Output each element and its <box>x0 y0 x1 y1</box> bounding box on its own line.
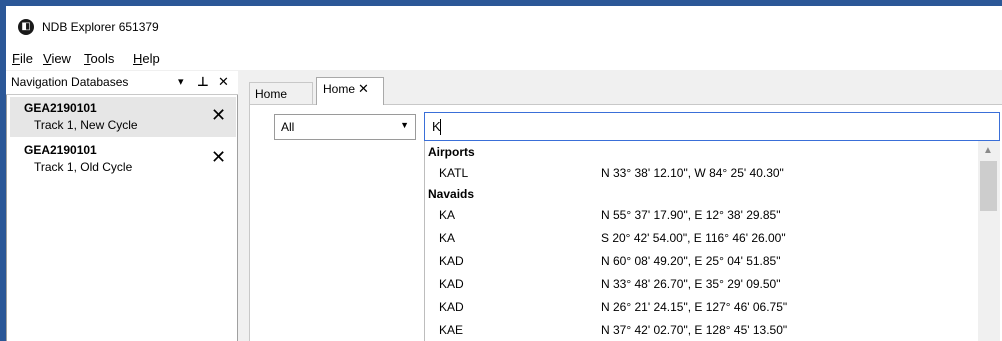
result-coord[interactable]: S 20° 42' 54.00", E 116° 46' 26.00" <box>601 231 786 245</box>
result-coord[interactable]: N 26° 21' 24.15", E 127° 46' 06.75" <box>601 300 787 314</box>
search-input[interactable]: K <box>424 112 1000 141</box>
result-coord[interactable]: N 33° 48' 26.70", E 35° 29' 09.50" <box>601 277 781 291</box>
window-title: NDB Explorer 651379 <box>42 20 159 34</box>
chevron-down-icon[interactable]: ▾ <box>178 72 184 92</box>
tab-home[interactable]: Home <box>249 82 313 104</box>
menu-tools[interactable]: Tools <box>84 51 114 66</box>
result-ident[interactable]: KA <box>439 208 455 222</box>
nav-panel-title: Navigation Databases <box>11 75 129 89</box>
menu-view[interactable]: View <box>43 51 71 66</box>
database-name: GEA2190101 <box>24 101 97 115</box>
menu-help[interactable]: Help <box>133 51 160 66</box>
results-scrollbar[interactable]: ▲ <box>978 141 1000 341</box>
text-cursor <box>440 119 441 135</box>
menu-file[interactable]: File <box>12 51 33 66</box>
tab-home-active[interactable]: Home ✕ <box>316 77 384 105</box>
list-item[interactable]: GEA2190101 Track 1, Old Cycle ✕ <box>10 139 236 179</box>
list-item[interactable]: GEA2190101 Track 1, New Cycle ✕ <box>10 97 236 137</box>
result-ident[interactable]: KAD <box>439 300 464 314</box>
result-coord[interactable]: N 37° 42' 02.70", E 128° 45' 13.50" <box>601 323 787 337</box>
remove-database-icon[interactable]: ✕ <box>211 105 226 125</box>
result-ident[interactable]: KAD <box>439 254 464 268</box>
remove-database-icon[interactable]: ✕ <box>211 147 226 167</box>
nav-database-list: GEA2190101 Track 1, New Cycle ✕ GEA21901… <box>6 95 238 341</box>
database-subtitle: Track 1, Old Cycle <box>34 160 133 174</box>
scroll-thumb[interactable] <box>980 161 997 211</box>
result-coord[interactable]: N 55° 37' 17.90", E 12° 38' 29.85" <box>601 208 781 222</box>
chevron-down-icon: ▼ <box>400 120 409 130</box>
title-bar: ◧ NDB Explorer 651379 <box>6 6 1002 48</box>
result-ident[interactable]: KAE <box>439 323 463 337</box>
result-coord[interactable]: N 60° 08' 49.20", E 25° 04' 51.85" <box>601 254 781 268</box>
app-logo-icon: ◧ <box>18 19 34 35</box>
group-header-airports: Airports <box>428 145 475 159</box>
database-name: GEA2190101 <box>24 143 97 157</box>
nav-panel-header: Navigation Databases ▾ ⊥ ✕ <box>6 71 238 95</box>
search-results-dropdown: Airports KATL N 33° 38' 12.10", W 84° 25… <box>424 141 1001 341</box>
close-icon[interactable]: ✕ <box>218 72 229 92</box>
filter-selected-value: All <box>281 120 295 134</box>
database-subtitle: Track 1, New Cycle <box>34 118 138 132</box>
result-coord[interactable]: N 33° 38' 12.10", W 84° 25' 40.30" <box>601 166 784 180</box>
group-header-navaids: Navaids <box>428 187 475 201</box>
pin-icon[interactable]: ⊥ <box>197 72 209 92</box>
result-ident[interactable]: KA <box>439 231 455 245</box>
close-tab-icon[interactable]: ✕ <box>358 81 369 96</box>
menu-bar: File View Tools Help <box>6 48 1002 70</box>
result-ident[interactable]: KATL <box>439 166 468 180</box>
filter-select[interactable]: All ▼ <box>274 114 416 140</box>
result-ident[interactable]: KAD <box>439 277 464 291</box>
scroll-up-icon[interactable]: ▲ <box>983 145 993 156</box>
